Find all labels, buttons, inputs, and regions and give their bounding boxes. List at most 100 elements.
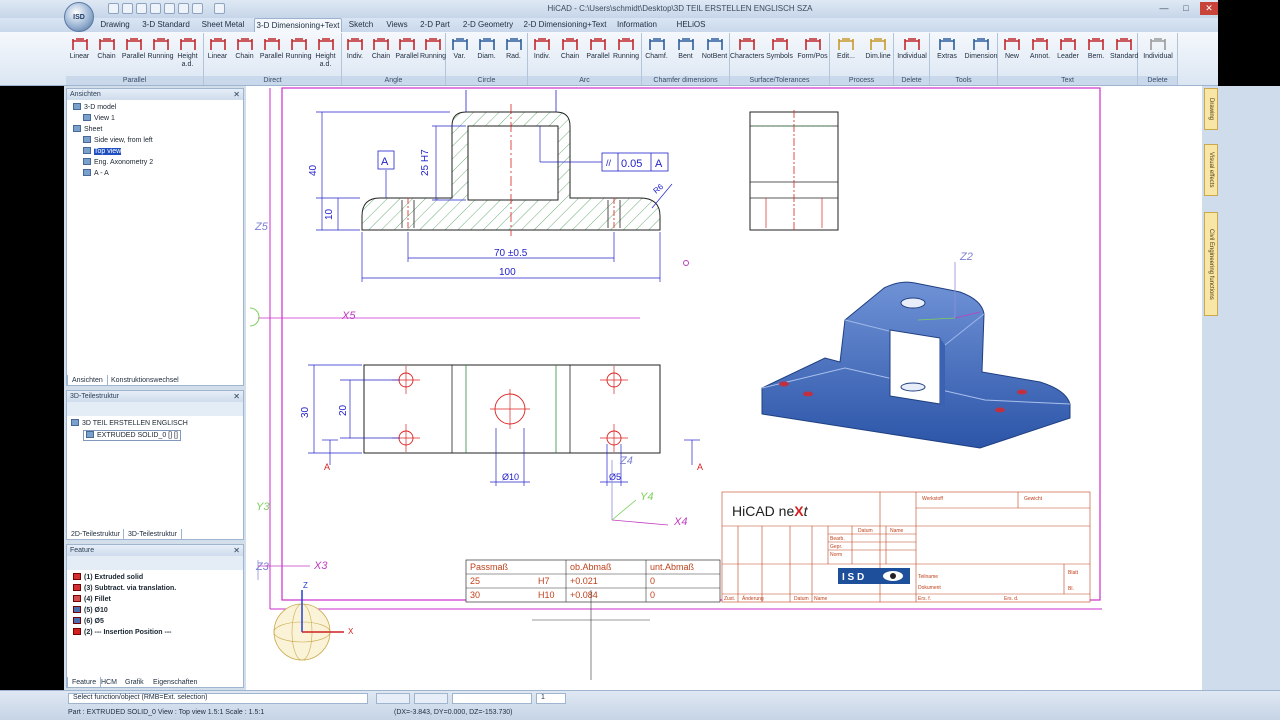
tab-views[interactable]: Views (382, 18, 412, 32)
view-tree-item[interactable]: Sheet (73, 125, 102, 134)
tab-grafik[interactable]: Grafik (121, 677, 148, 688)
undo-icon[interactable] (178, 3, 189, 14)
tab-3-d-standard[interactable]: 3-D Standard (140, 18, 192, 32)
ribbon-button-text-leader[interactable]: Leader (1054, 35, 1082, 61)
ribbon-button-parallel-parallel[interactable]: Parallel (120, 35, 147, 61)
drawing-canvas[interactable]: 40 10 25 H7 70 ±0.5 100 R6 A // 0.05 A 3… (246, 86, 1202, 690)
section-label-right[interactable]: A (697, 462, 703, 472)
feature-item[interactable]: (6) Ø5 (73, 617, 104, 626)
ribbon-button-tools-extras[interactable]: Extras (930, 35, 964, 61)
ribbon-button-arc-parallel[interactable]: Parallel (584, 35, 612, 61)
dim-100[interactable]: 100 (499, 267, 516, 278)
ribbon-button-circle-rad-[interactable]: Rad. (500, 35, 527, 61)
feature-item[interactable]: (4) Fillet (73, 595, 111, 604)
ribbon-button-chamfer-notbent[interactable]: NotBent (700, 35, 729, 61)
maximize-button[interactable]: □ (1178, 2, 1194, 15)
tab-sheet-metal[interactable]: Sheet Metal (198, 18, 248, 32)
ribbon-button-chamfer-chamf-[interactable]: Chamf. (642, 35, 671, 61)
tab-feature[interactable]: Feature (67, 677, 102, 688)
tab-visual-effects[interactable]: Visual effects (1204, 144, 1218, 196)
dim-70[interactable]: 70 ±0.5 (494, 248, 528, 259)
ribbon-button-parallel-height-a-d-[interactable]: Height a.d. (174, 35, 201, 69)
tab-2-d-part[interactable]: 2-D Part (420, 18, 450, 32)
dim-r6[interactable]: R6 (652, 182, 666, 196)
minimize-button[interactable]: — (1156, 2, 1172, 15)
ribbon-button-process-edit-[interactable]: Edit... (830, 35, 862, 61)
ribbon-button-chamfer-bent[interactable]: Bent (671, 35, 700, 61)
application-menu-button[interactable]: ISD (64, 2, 94, 32)
isometric-3d-model[interactable] (761, 262, 1071, 449)
dim-25h7[interactable]: 25 H7 (420, 149, 431, 176)
close-icon[interactable]: ✕ (233, 391, 240, 402)
dim-phi5[interactable]: Ø5 (609, 472, 621, 482)
dim-10[interactable]: 10 (324, 208, 335, 220)
feature-item[interactable]: (5) Ø10 (73, 606, 108, 615)
ribbon-button-angle-parallel[interactable]: Parallel (394, 35, 420, 61)
tab-hcm[interactable]: HCM (97, 677, 121, 688)
drawing-svg[interactable]: 40 10 25 H7 70 ±0.5 100 R6 A // 0.05 A 3… (246, 86, 1202, 690)
ribbon-button-arc-running[interactable]: Running (612, 35, 640, 61)
ribbon-button-delete1-individual[interactable]: Individual (894, 35, 930, 61)
tab-3d-structure[interactable]: 3D-Teilestruktur (123, 529, 183, 540)
ribbon-button-tools-dimension[interactable]: Dimension (964, 35, 998, 61)
ribbon-button-angle-indiv-[interactable]: Indiv. (342, 35, 368, 61)
section-label-left[interactable]: A (324, 462, 330, 472)
lineweight-field[interactable]: 1 (536, 693, 566, 704)
tab-civil-engineering[interactable]: Civil Engineering functions (1204, 212, 1218, 316)
tab-drawing[interactable]: Drawing (1204, 88, 1218, 130)
window-icon[interactable] (214, 3, 225, 14)
tab-eigenschaften[interactable]: Eigenschaften (149, 677, 201, 688)
tab-information[interactable]: Information (614, 18, 660, 32)
ribbon-button-direct-height-a-d-[interactable]: Height a.d. (312, 35, 339, 69)
ribbon-button-text-annot-[interactable]: Annot. (1026, 35, 1054, 61)
dim-20[interactable]: 20 (338, 404, 349, 416)
ribbon-button-text-new[interactable]: New (998, 35, 1026, 61)
tab-2d-structure[interactable]: 2D-Teilestruktur (67, 529, 124, 540)
new-file-icon[interactable] (108, 3, 119, 14)
dim-phi10[interactable]: Ø10 (502, 472, 519, 482)
tab-drawing[interactable]: Drawing (94, 18, 136, 32)
print-icon[interactable] (150, 3, 161, 14)
ribbon-button-surface-form-pos[interactable]: Form/Pos (796, 35, 829, 61)
tab-ansichten[interactable]: Ansichten (67, 375, 108, 386)
view-tree-item[interactable]: 3-D model (73, 103, 116, 112)
linetype-dropdown[interactable] (452, 693, 532, 704)
ribbon-button-direct-chain[interactable]: Chain (231, 35, 258, 61)
redo-icon[interactable] (192, 3, 203, 14)
ribbon-button-text-bem-[interactable]: Bem. (1082, 35, 1110, 61)
ribbon-button-direct-linear[interactable]: Linear (204, 35, 231, 61)
ribbon-button-arc-indiv-[interactable]: Indiv. (528, 35, 556, 61)
view-tree-item[interactable]: Top view (83, 147, 122, 156)
tree-item-solid[interactable]: EXTRUDED SOLID_0 [] [] (83, 430, 181, 441)
save-icon[interactable] (136, 3, 147, 14)
feature-item[interactable]: (3) Subtract. via translation. (73, 584, 176, 593)
ribbon-button-circle-diam-[interactable]: Diam. (473, 35, 500, 61)
datum-a-label[interactable]: A (381, 156, 389, 168)
ribbon-button-circle-var-[interactable]: Var. (446, 35, 473, 61)
view-triad[interactable]: Z X (273, 581, 354, 661)
close-icon[interactable]: ✕ (233, 545, 240, 556)
top-view[interactable]: 30 20 Ø10 Ø5 A A (300, 364, 703, 486)
ribbon-button-surface-characters[interactable]: Characters (730, 35, 764, 61)
color-dropdown[interactable] (414, 693, 448, 704)
view-tree-item[interactable]: Eng. Axonometry 2 (83, 158, 153, 167)
tree-item-root[interactable]: 3D TEIL ERSTELLEN ENGLISCH (71, 419, 188, 428)
tab-konstruktionswechsel[interactable]: Konstruktionswechsel (107, 375, 183, 386)
ribbon-button-parallel-running[interactable]: Running (147, 35, 174, 61)
ribbon-button-direct-running[interactable]: Running (285, 35, 312, 61)
tab-2-d-geometry[interactable]: 2-D Geometry (460, 18, 516, 32)
ribbon-button-angle-running[interactable]: Running (420, 35, 446, 61)
view-tree-item[interactable]: A - A (83, 169, 109, 178)
ribbon-button-delete2-individual[interactable]: Individual (1138, 35, 1178, 61)
side-view[interactable] (749, 110, 839, 232)
front-section-view[interactable]: 40 10 25 H7 70 ±0.5 100 R6 A // 0.05 A (308, 90, 673, 282)
dim-40[interactable]: 40 (308, 164, 319, 176)
ribbon-button-text-standard[interactable]: Standard (1110, 35, 1138, 61)
feature-item[interactable]: (2) --- Insertion Position --- (73, 628, 172, 637)
ribbon-button-process-dim-line[interactable]: Dim.line (862, 35, 894, 61)
close-icon[interactable]: ✕ (233, 89, 240, 100)
ribbon-button-arc-chain[interactable]: Chain (556, 35, 584, 61)
open-file-icon[interactable] (122, 3, 133, 14)
tab-2-d-dimensioning-text[interactable]: 2-D Dimensioning+Text (522, 18, 608, 32)
view-tree-item[interactable]: Side view, from left (83, 136, 153, 145)
